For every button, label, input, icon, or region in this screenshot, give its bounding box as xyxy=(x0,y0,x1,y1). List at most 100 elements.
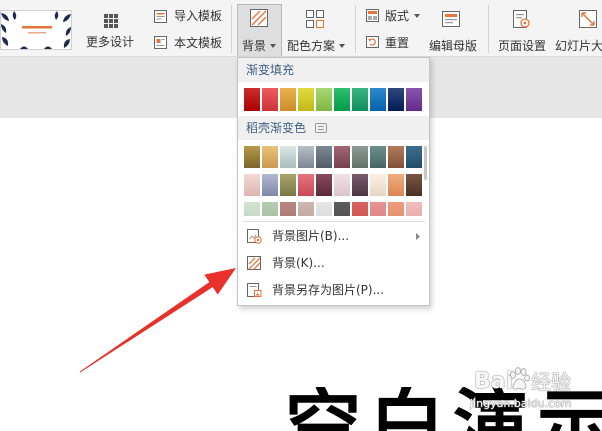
gradient-fill-swatch[interactable] xyxy=(406,88,422,111)
docer-gradient-swatch[interactable] xyxy=(280,174,296,196)
menu-item-save-background-as-image[interactable]: 背景另存为图片(P)... xyxy=(238,277,429,304)
docer-gradient-swatch[interactable] xyxy=(370,146,386,168)
docer-gradient-swatch[interactable] xyxy=(334,146,350,168)
docer-gradient-swatch[interactable] xyxy=(262,146,278,168)
docer-gradient-swatch[interactable] xyxy=(316,202,332,216)
ribbon-separator xyxy=(355,5,356,53)
color-scheme-button[interactable]: 配色方案 xyxy=(284,4,350,56)
background-dropdown-menu: 渐变填充 稻壳渐变色 背景图片(B)... 背景(K)... 背景另存为图片(P… xyxy=(237,57,430,306)
docer-gradient-swatch[interactable] xyxy=(406,174,422,196)
watermark-product: 经验 xyxy=(531,370,571,394)
docer-gradient-swatch[interactable] xyxy=(352,174,368,196)
docer-gradient-swatch[interactable] xyxy=(406,146,422,168)
ribbon-separator xyxy=(231,5,232,53)
gradient-fill-swatch-row xyxy=(238,88,429,111)
docer-gradient-swatch[interactable] xyxy=(262,174,278,196)
edit-master-button[interactable]: 编辑母版 xyxy=(426,4,480,56)
docer-gradient-swatch[interactable] xyxy=(298,202,314,216)
slide-size-icon xyxy=(579,10,597,28)
theme-preview-image xyxy=(0,10,72,50)
gradient-fill-swatch[interactable] xyxy=(370,88,386,111)
slide-size-label: 幻灯片大 xyxy=(555,39,602,53)
this-template-button[interactable]: 本文模板 xyxy=(150,32,226,54)
save-background-image-icon xyxy=(247,283,262,297)
page-setup-button[interactable]: 页面设置 xyxy=(495,4,549,56)
docer-gradient-header: 稻壳渐变色 xyxy=(238,116,429,140)
gradient-fill-swatch[interactable] xyxy=(280,88,296,111)
edit-master-label: 编辑母版 xyxy=(428,39,477,53)
docer-gradient-swatch[interactable] xyxy=(370,174,386,196)
gradient-fill-swatch[interactable] xyxy=(388,88,404,111)
docer-gradient-swatch[interactable] xyxy=(334,202,350,216)
ribbon-separator xyxy=(488,5,489,53)
docer-gradient-swatch[interactable] xyxy=(298,146,314,168)
reset-icon xyxy=(366,36,379,48)
background-image-icon xyxy=(247,229,262,244)
background-button[interactable]: 背景 xyxy=(237,4,282,56)
document-template-icon xyxy=(154,36,167,49)
docer-gradient-swatch[interactable] xyxy=(334,174,350,196)
docer-gradient-swatch[interactable] xyxy=(280,202,296,216)
docer-gradient-swatch[interactable] xyxy=(370,202,386,216)
reset-label: 重置 xyxy=(385,36,410,50)
menu-separator xyxy=(242,221,425,222)
docer-gradient-swatch[interactable] xyxy=(298,174,314,196)
page-setup-icon xyxy=(513,10,530,28)
docer-gradient-swatch[interactable] xyxy=(316,146,332,168)
gradient-fill-swatch[interactable] xyxy=(298,88,314,111)
color-scheme-label: 配色方案 xyxy=(287,39,336,53)
this-template-label: 本文模板 xyxy=(174,36,223,50)
docer-gradient-swatch[interactable] xyxy=(388,202,404,216)
docer-gradient-swatch[interactable] xyxy=(244,174,260,196)
gradient-fill-swatch[interactable] xyxy=(316,88,332,111)
watermark-site: jingyan.baidu.com xyxy=(470,397,572,410)
layout-button[interactable]: 版式 xyxy=(362,6,424,28)
menu-item-label: 背景另存为图片(P)... xyxy=(272,283,385,297)
gradient-fill-swatch[interactable] xyxy=(262,88,278,111)
layout-label: 版式 xyxy=(385,9,410,23)
menu-item-background[interactable]: 背景(K)... xyxy=(238,250,429,277)
docer-gradient-title: 稻壳渐变色 xyxy=(246,121,307,135)
grid-icon xyxy=(104,14,118,28)
page-setup-label: 页面设置 xyxy=(497,39,546,53)
gradient-fill-swatch[interactable] xyxy=(352,88,368,111)
theme-thumbnail[interactable] xyxy=(0,10,72,50)
docer-gradient-swatch[interactable] xyxy=(316,174,332,196)
docer-gradient-swatch[interactable] xyxy=(406,202,422,216)
slide-size-button[interactable]: 幻灯片大 xyxy=(554,4,602,56)
menu-item-background-image[interactable]: 背景图片(B)... xyxy=(238,223,429,250)
gradient-fill-swatch[interactable] xyxy=(244,88,260,111)
gradient-fill-header: 渐变填充 xyxy=(238,58,429,82)
docer-gradient-swatch[interactable] xyxy=(244,202,260,216)
import-template-label: 导入模板 xyxy=(174,9,223,23)
docer-gradient-swatch[interactable] xyxy=(352,202,368,216)
more-design-button[interactable]: 更多设计 xyxy=(84,6,136,52)
color-scheme-icon xyxy=(306,10,324,28)
design-ribbon: 更多设计 导入模板 本文模板 背景 配色方案 版式 重置 编辑母版 页面设置 幻… xyxy=(0,0,602,57)
background-label: 背景 xyxy=(242,39,267,53)
gradient-fill-title: 渐变填充 xyxy=(246,63,295,77)
background-fill-icon xyxy=(247,256,261,270)
info-box-icon[interactable] xyxy=(315,123,327,133)
menu-item-label: 背景(K)... xyxy=(272,256,325,270)
docer-gradient-swatch[interactable] xyxy=(352,146,368,168)
docer-gradient-swatch[interactable] xyxy=(244,146,260,168)
menu-item-label: 背景图片(B)... xyxy=(272,229,350,243)
edit-master-icon xyxy=(442,11,460,27)
docer-gradient-swatch[interactable] xyxy=(280,146,296,168)
palette-scrollbar[interactable] xyxy=(424,146,427,180)
paw-logo-icon xyxy=(510,367,530,390)
docer-gradient-swatch[interactable] xyxy=(388,146,404,168)
reset-button[interactable]: 重置 xyxy=(362,32,424,54)
docer-gradient-swatch[interactable] xyxy=(262,202,278,216)
background-icon xyxy=(250,9,268,27)
import-template-icon xyxy=(154,10,167,23)
dropdown-caret-icon xyxy=(339,44,345,48)
gradient-fill-swatch[interactable] xyxy=(334,88,350,111)
dropdown-caret-icon xyxy=(414,14,420,18)
docer-gradient-grid xyxy=(238,146,423,216)
import-template-button[interactable]: 导入模板 xyxy=(150,6,226,28)
layout-icon xyxy=(366,9,379,22)
submenu-arrow-icon xyxy=(416,233,420,240)
docer-gradient-swatch[interactable] xyxy=(388,174,404,196)
